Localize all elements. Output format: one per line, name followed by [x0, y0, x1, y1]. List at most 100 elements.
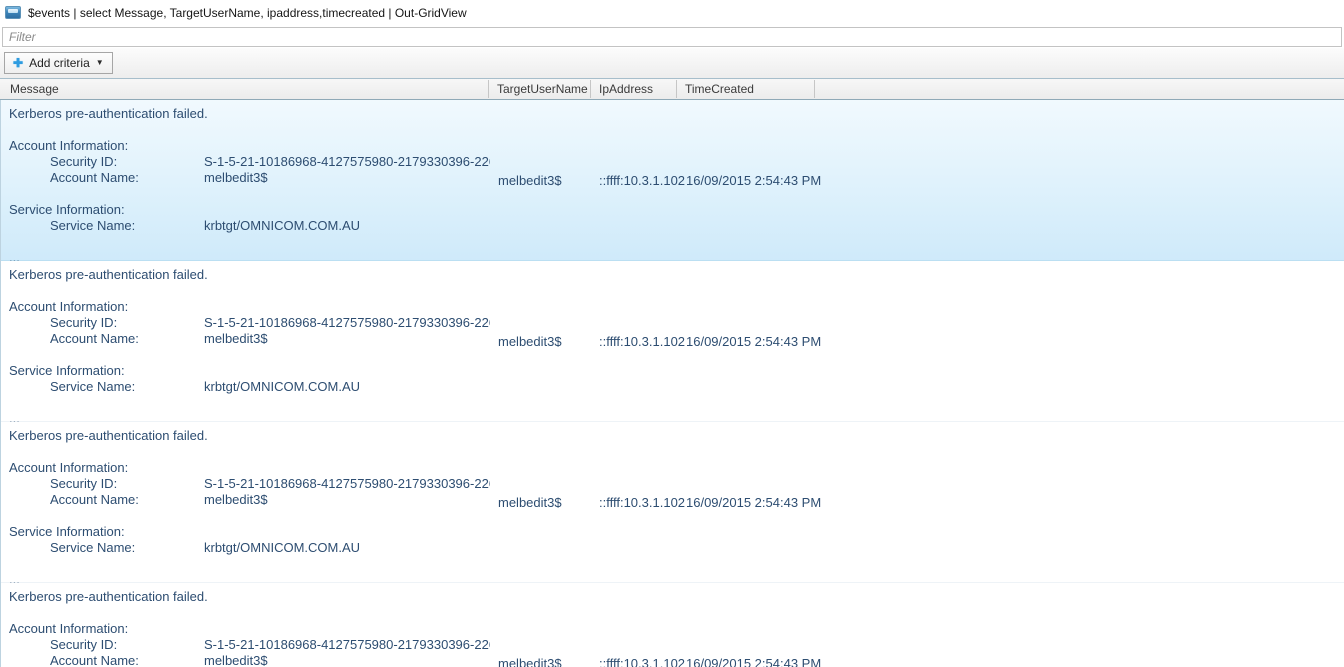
- message-line: Account Information:: [9, 299, 490, 315]
- message-field-value: krbtgt/OMNICOM.COM.AU: [204, 379, 360, 395]
- message-field-value: melbedit3$: [204, 170, 268, 186]
- message-line: [9, 186, 490, 202]
- message-line: Kerberos pre-authentication failed.: [9, 106, 490, 122]
- message-field-value: melbedit3$: [204, 331, 268, 347]
- message-line: Account Name: melbedit3$: [9, 331, 490, 347]
- message-line: Security ID: S-1-5-21-10186968-4127575980…: [9, 154, 490, 170]
- message-line: [9, 556, 490, 572]
- time-created-cell: 16/09/2015 2:54:43 PM: [686, 583, 821, 667]
- message-line: Service Information:: [9, 363, 490, 379]
- target-user-cell: melbedit3$: [498, 583, 562, 667]
- time-created-value: 16/09/2015 2:54:43 PM: [686, 656, 821, 667]
- message-line: [9, 283, 490, 299]
- message-cell: Kerberos pre-authentication failed. Accou…: [1, 261, 490, 427]
- filter-input[interactable]: [2, 27, 1342, 47]
- ip-address-cell: ::ffff:10.3.1.102: [599, 261, 685, 421]
- target-user-value: melbedit3$: [498, 495, 562, 510]
- message-line: Service Name: krbtgt/OMNICOM.COM.AU: [9, 379, 490, 395]
- message-line: Security ID: S-1-5-21-10186968-4127575980…: [9, 315, 490, 331]
- time-created-cell: 16/09/2015 2:54:43 PM: [686, 261, 821, 421]
- message-field-label: Security ID:: [50, 476, 117, 492]
- message-field-label: Service Name:: [50, 379, 135, 395]
- time-created-value: 16/09/2015 2:54:43 PM: [686, 495, 821, 510]
- add-plus-icon: ✚: [13, 57, 23, 69]
- time-created-value: 16/09/2015 2:54:43 PM: [686, 173, 821, 188]
- ip-address-cell: ::ffff:10.3.1.102: [599, 583, 685, 667]
- message-cell: Kerberos pre-authentication failed. Accou…: [1, 583, 490, 667]
- table-row[interactable]: Kerberos pre-authentication failed. Accou…: [1, 100, 1344, 261]
- ip-address-value: ::ffff:10.3.1.102: [599, 656, 685, 667]
- ip-address-value: ::ffff:10.3.1.102: [599, 173, 685, 188]
- message-field-value: krbtgt/OMNICOM.COM.AU: [204, 540, 360, 556]
- add-criteria-label: Add criteria: [29, 56, 90, 70]
- ip-address-value: ::ffff:10.3.1.102: [599, 495, 685, 510]
- time-created-cell: 16/09/2015 2:54:43 PM: [686, 422, 821, 582]
- message-field-value: melbedit3$: [204, 653, 268, 667]
- message-field-value: melbedit3$: [204, 492, 268, 508]
- message-line: Service Name: krbtgt/OMNICOM.COM.AU: [9, 218, 490, 234]
- table-row[interactable]: Kerberos pre-authentication failed. Accou…: [1, 583, 1344, 667]
- target-user-cell: melbedit3$: [498, 100, 562, 260]
- message-line: [9, 395, 490, 411]
- message-field-label: Account Name:: [50, 492, 139, 508]
- filter-strip: [0, 25, 1344, 48]
- target-user-value: melbedit3$: [498, 334, 562, 349]
- message-field-value: S-1-5-21-10186968-4127575980-2179330396-…: [204, 476, 490, 492]
- chevron-down-icon: ▼: [96, 59, 104, 67]
- message-line: [9, 234, 490, 250]
- message-field-label: Security ID:: [50, 637, 117, 653]
- message-field-label: Account Name:: [50, 170, 139, 186]
- message-cell: Kerberos pre-authentication failed. Accou…: [1, 422, 490, 588]
- target-user-cell: melbedit3$: [498, 422, 562, 582]
- time-created-cell: 16/09/2015 2:54:43 PM: [686, 100, 821, 260]
- message-line: Kerberos pre-authentication failed.: [9, 267, 490, 283]
- message-field-value: S-1-5-21-10186968-4127575980-2179330396-…: [204, 637, 490, 653]
- message-line: [9, 122, 490, 138]
- message-field-value: S-1-5-21-10186968-4127575980-2179330396-…: [204, 154, 490, 170]
- message-cell: Kerberos pre-authentication failed. Accou…: [1, 100, 490, 266]
- message-line: Service Name: krbtgt/OMNICOM.COM.AU: [9, 540, 490, 556]
- message-field-value: krbtgt/OMNICOM.COM.AU: [204, 218, 360, 234]
- message-field-label: Service Name:: [50, 540, 135, 556]
- column-header-ipaddress[interactable]: IpAddress: [591, 80, 677, 98]
- message-line: Kerberos pre-authentication failed.: [9, 589, 490, 605]
- message-field-label: Security ID:: [50, 154, 117, 170]
- message-field-label: Account Name:: [50, 653, 139, 667]
- time-created-value: 16/09/2015 2:54:43 PM: [686, 334, 821, 349]
- add-criteria-button[interactable]: ✚ Add criteria ▼: [4, 52, 113, 74]
- message-line: Kerberos pre-authentication failed.: [9, 428, 490, 444]
- message-line: Service Information:: [9, 524, 490, 540]
- column-header-timecreated[interactable]: TimeCreated: [677, 80, 815, 98]
- message-line: [9, 444, 490, 460]
- target-user-value: melbedit3$: [498, 173, 562, 188]
- column-header-empty: [815, 80, 1344, 98]
- message-field-value: S-1-5-21-10186968-4127575980-2179330396-…: [204, 315, 490, 331]
- column-header-message[interactable]: Message: [2, 80, 489, 98]
- message-line: Account Information:: [9, 460, 490, 476]
- column-header-targetusername[interactable]: TargetUserName: [489, 80, 591, 98]
- target-user-value: melbedit3$: [498, 656, 562, 667]
- message-line: [9, 508, 490, 524]
- grid-header: Message TargetUserName IpAddress TimeCre…: [0, 78, 1344, 100]
- table-row[interactable]: Kerberos pre-authentication failed. Accou…: [1, 422, 1344, 583]
- message-line: Account Name: melbedit3$: [9, 653, 490, 667]
- message-line: Account Information:: [9, 621, 490, 637]
- message-field-label: Account Name:: [50, 331, 139, 347]
- message-line: [9, 347, 490, 363]
- message-line: [9, 605, 490, 621]
- grid-body: Kerberos pre-authentication failed. Accou…: [0, 100, 1344, 667]
- window-title: $events | select Message, TargetUserName…: [28, 6, 467, 20]
- message-field-label: Service Name:: [50, 218, 135, 234]
- message-line: Security ID: S-1-5-21-10186968-4127575980…: [9, 637, 490, 653]
- table-row[interactable]: Kerberos pre-authentication failed. Accou…: [1, 261, 1344, 422]
- criteria-panel: ✚ Add criteria ▼: [0, 48, 1344, 78]
- message-line: Account Information:: [9, 138, 490, 154]
- ip-address-cell: ::ffff:10.3.1.102: [599, 100, 685, 260]
- target-user-cell: melbedit3$: [498, 261, 562, 421]
- window-titlebar: $events | select Message, TargetUserName…: [0, 0, 1344, 25]
- message-line: Service Information:: [9, 202, 490, 218]
- message-line: Account Name: melbedit3$: [9, 492, 490, 508]
- ip-address-value: ::ffff:10.3.1.102: [599, 334, 685, 349]
- message-field-label: Security ID:: [50, 315, 117, 331]
- gridview-app-icon: [5, 6, 21, 19]
